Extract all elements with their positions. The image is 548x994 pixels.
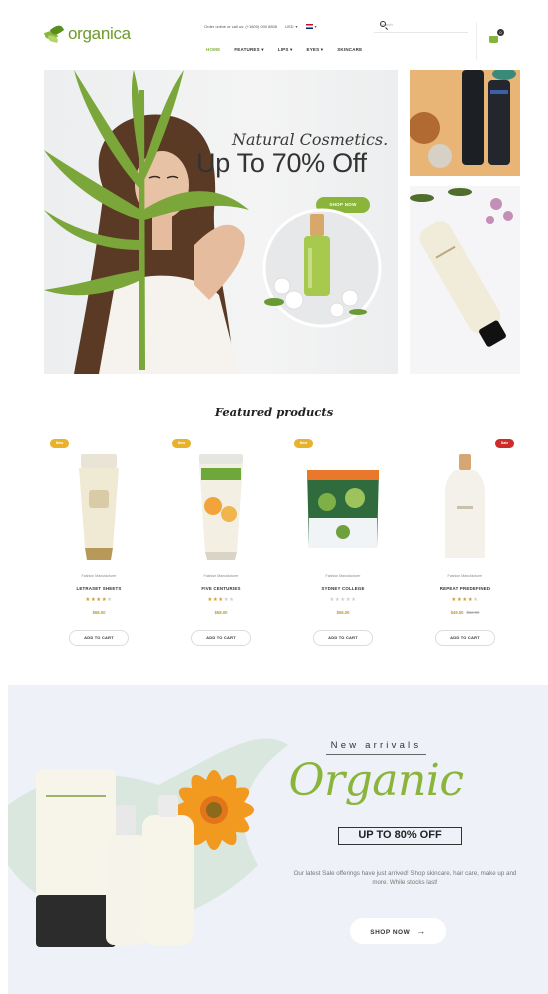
star-empty-icon: ★	[229, 597, 235, 603]
cart-button[interactable]: 0	[476, 22, 506, 60]
sale-badge: Sale	[495, 439, 514, 448]
product-price: $68.00	[92, 610, 106, 615]
logo-text: organica	[68, 24, 131, 43]
new-badge: New	[294, 439, 313, 448]
cart-icon	[489, 36, 498, 43]
product-card[interactable]: Sale Fashion Manufacturer REPEAT PREDEFI…	[410, 436, 520, 652]
new-badge: New	[50, 439, 69, 448]
star-rating: ★★★★★	[288, 597, 398, 603]
add-to-cart-button[interactable]: ADD TO CART	[191, 630, 251, 646]
star-rating: ★★★★★	[166, 597, 276, 603]
add-to-cart-button[interactable]: ADD TO CART	[69, 630, 129, 646]
site-header: organica Order online or call us: (+1800…	[0, 0, 548, 62]
phone-text: Order online or call us: (+1800) 000 880…	[204, 23, 278, 29]
product-card[interactable]: New Fashion Manufacturer FIVE CENTURIES …	[166, 436, 276, 652]
currency-select[interactable]: USD ▾	[285, 24, 297, 29]
nav-skincare[interactable]: SKINCARE	[337, 47, 362, 53]
product-price: $49.00 $52.00	[450, 610, 480, 615]
product-vendor: Fashion Manufacturer	[447, 574, 483, 578]
product-vendor: Fashion Manufacturer	[203, 574, 239, 578]
featured-products-heading: Featured products	[214, 405, 334, 419]
star-rating: ★★★★★	[44, 597, 154, 603]
star-rating: ★★★★★	[410, 597, 520, 603]
nav-eyes[interactable]: EYES ▾	[307, 47, 324, 53]
model-with-palm-image	[44, 70, 249, 374]
product-name[interactable]: REPEAT PREDEFINED	[410, 586, 520, 591]
search-input[interactable]: Search	[374, 17, 468, 33]
cart-count-badge: 0	[497, 29, 504, 36]
product-photo-image	[410, 70, 520, 176]
arrivals-description: Our latest Sale offerings have just arri…	[293, 870, 517, 886]
promo-tile-dark-bottles[interactable]	[410, 70, 520, 176]
nav-features[interactable]: FEATURES ▾	[234, 47, 263, 53]
add-to-cart-button[interactable]: ADD TO CART	[435, 630, 495, 646]
nav-home[interactable]: HOME	[206, 47, 220, 53]
product-price: $58.00	[214, 610, 228, 615]
product-name[interactable]: FIVE CENTURIES	[166, 586, 276, 591]
language-select[interactable]: ▾	[305, 23, 317, 29]
product-card[interactable]: New Fashion Manufacturer SYDNEY COLLEGE …	[288, 436, 398, 652]
jurlique-products-image	[8, 738, 288, 947]
product-image[interactable]	[425, 448, 505, 566]
offer-box: UP TO 80% OFF	[338, 827, 462, 845]
hero-title: Up To 70% Off	[196, 148, 367, 178]
search-icon[interactable]	[380, 21, 386, 27]
product-vendor: Fashion Manufacturer	[325, 574, 361, 578]
product-image[interactable]	[303, 448, 383, 566]
product-card[interactable]: New Fashion Manufacturer LETRASET SHEETS…	[44, 436, 154, 652]
hero-banner[interactable]: Natural Cosmetics. Up To 70% Off SHOP NO…	[44, 70, 398, 374]
product-image[interactable]	[181, 448, 261, 566]
arrow-right-icon: →	[416, 926, 426, 936]
new-badge: New	[172, 439, 191, 448]
main-nav: HOME FEATURES ▾ LIPS ▾ EYES ▾ SKINCARE	[206, 47, 362, 53]
product-name[interactable]: LETRASET SHEETS	[44, 586, 154, 591]
new-arrivals-banner: New arrivals Organic UP TO 80% OFF Our l…	[8, 685, 548, 994]
star-empty-icon: ★	[473, 597, 479, 603]
product-vendor: Fashion Manufacturer	[81, 574, 117, 578]
promo-tile-lotion[interactable]	[410, 186, 520, 374]
chevron-down-icon: ▾	[314, 23, 317, 29]
leaf-logo-icon	[43, 23, 65, 43]
organic-headline: Organic	[288, 755, 464, 806]
serum-bottle-image	[262, 208, 382, 328]
uk-flag-icon	[305, 23, 313, 29]
arrivals-shop-now-button[interactable]: SHOP NOW →	[350, 918, 446, 944]
product-image[interactable]	[59, 448, 139, 566]
product-price: $56.00	[336, 610, 350, 615]
top-bar: Order online or call us: (+1800) 000 880…	[204, 19, 317, 33]
chevron-down-icon: ▾	[295, 23, 298, 29]
add-to-cart-button[interactable]: ADD TO CART	[313, 630, 373, 646]
old-price: $52.00	[466, 610, 480, 615]
star-empty-icon: ★	[351, 597, 357, 603]
nav-lips[interactable]: LIPS ▾	[278, 47, 293, 53]
star-empty-icon: ★	[107, 597, 113, 603]
new-arrivals-kicker: New arrivals	[278, 740, 474, 755]
product-name[interactable]: SYDNEY COLLEGE	[288, 586, 398, 591]
product-grid: New Fashion Manufacturer LETRASET SHEETS…	[44, 436, 520, 652]
site-logo[interactable]: organica	[43, 23, 131, 44]
hero-script-text: Natural Cosmetics.	[232, 130, 389, 149]
lotion-bottle-image	[410, 186, 520, 374]
